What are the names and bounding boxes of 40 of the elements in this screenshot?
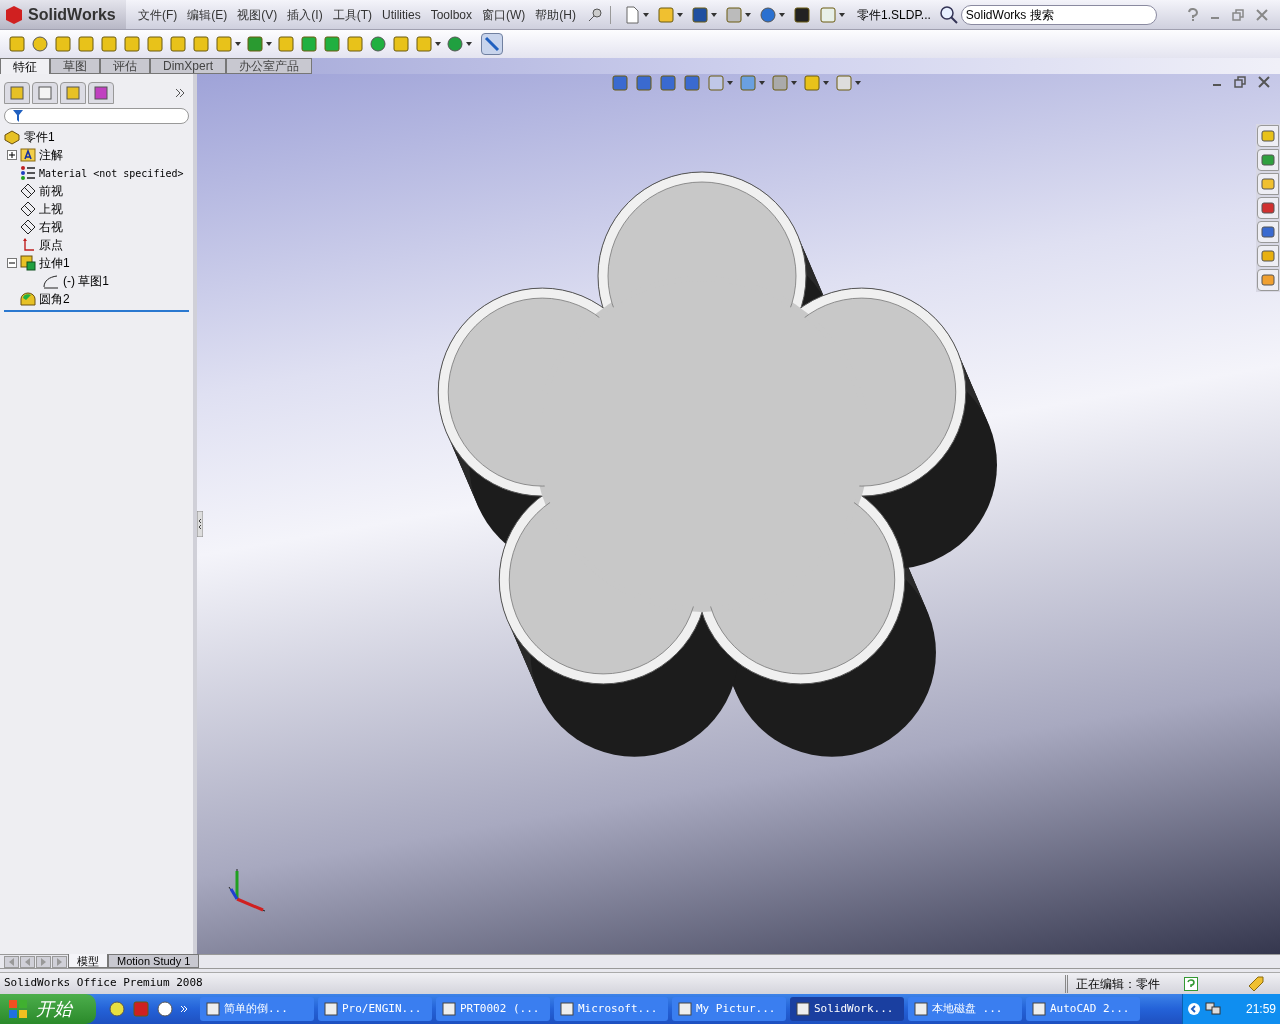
menu-item[interactable]: 帮助(H): [535, 5, 577, 24]
menu-item[interactable]: Toolbox: [430, 5, 473, 24]
tree-item-label[interactable]: Material <not specified>: [39, 165, 184, 181]
command-tab[interactable]: 草图: [50, 58, 100, 74]
menu-item[interactable]: 窗口(W): [482, 5, 526, 24]
taskbar-task[interactable]: 本地磁盘 ...: [908, 997, 1022, 1021]
tree-item-label[interactable]: (-) 草图1: [63, 272, 109, 290]
menu-item[interactable]: 工具(T): [332, 5, 372, 24]
taskbar-task[interactable]: Microsoft...: [554, 997, 668, 1021]
command-tab[interactable]: 评估: [100, 58, 150, 74]
menu-item[interactable]: 编辑(E): [187, 5, 228, 24]
menu-item[interactable]: 视图(V): [237, 5, 278, 24]
model-tab[interactable]: Motion Study 1: [108, 954, 200, 968]
taskbar-task[interactable]: Pro/ENGIN...: [318, 997, 432, 1021]
status-text: SolidWorks Office Premium 2008: [4, 975, 203, 992]
command-tab[interactable]: DimXpert: [150, 58, 226, 74]
tree-item-label[interactable]: 注解: [39, 146, 63, 164]
taskbar-task[interactable]: SolidWork...: [790, 997, 904, 1021]
clock-text: 21:59: [1245, 1001, 1276, 1018]
tree-item-label[interactable]: 上视: [39, 200, 63, 218]
tree-item-label[interactable]: 前视: [39, 182, 63, 200]
taskbar-task[interactable]: My Pictur...: [672, 997, 786, 1021]
menu-item[interactable]: 文件(F): [138, 5, 178, 24]
tree-item-label[interactable]: 拉伸1: [39, 254, 70, 272]
tree-root-label[interactable]: 零件1: [24, 128, 55, 146]
model-tab[interactable]: 模型: [68, 954, 108, 968]
taskbar-task[interactable]: PRT0002 (...: [436, 997, 550, 1021]
menu-item[interactable]: 插入(I): [287, 5, 323, 24]
tree-item-label[interactable]: 右视: [39, 218, 63, 236]
document-title: 零件1.SLDP...: [857, 6, 931, 24]
taskbar-task[interactable]: 简单的倒...: [200, 997, 314, 1021]
tree-item-label[interactable]: 圆角2: [39, 290, 70, 308]
start-button[interactable]: 开始: [0, 994, 96, 1024]
search-field[interactable]: SolidWorks 搜索: [960, 4, 1157, 25]
command-tab[interactable]: 特征: [0, 58, 50, 74]
tree-item-label[interactable]: 原点: [39, 236, 63, 254]
taskbar-task[interactable]: AutoCAD 2...: [1026, 997, 1140, 1021]
menu-item[interactable]: Utilities: [382, 5, 421, 24]
command-tab[interactable]: 办公室产品: [226, 58, 312, 74]
app-logo-text: SolidWorks: [28, 4, 116, 25]
